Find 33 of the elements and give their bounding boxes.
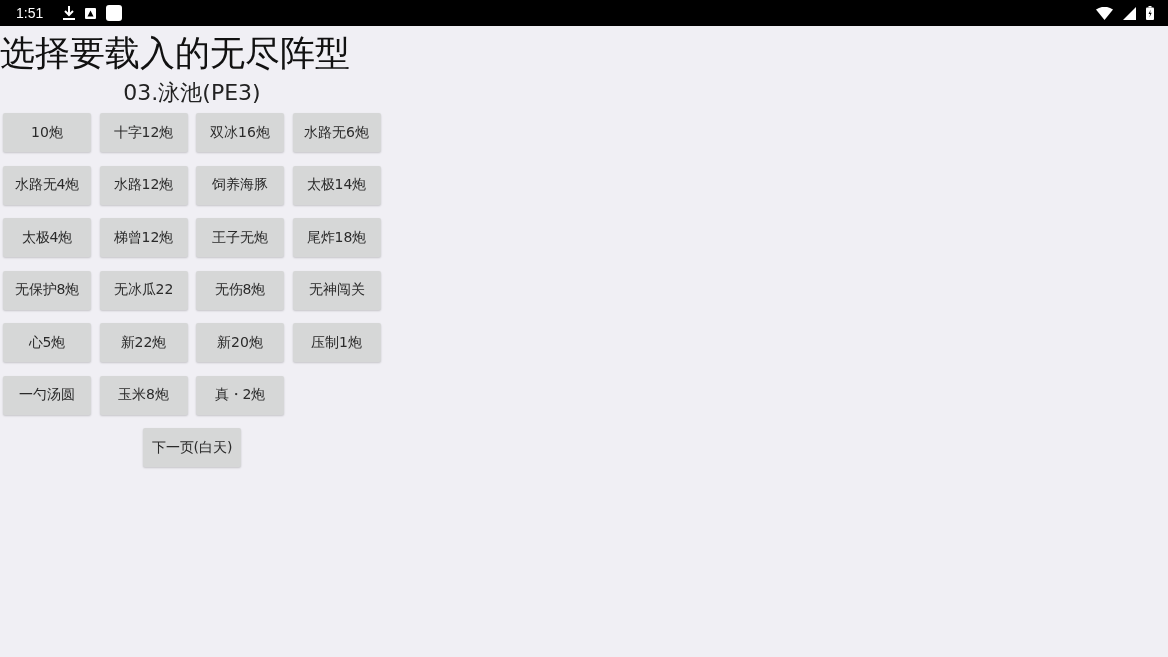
- status-time: 1:51: [16, 5, 44, 21]
- wifi-icon: [1096, 6, 1113, 20]
- layout-button[interactable]: 新20炮: [196, 323, 284, 362]
- layout-button[interactable]: 尾炸18炮: [292, 218, 381, 257]
- notification-icon: [85, 7, 97, 19]
- layout-button[interactable]: 水路12炮: [99, 165, 188, 205]
- layout-button[interactable]: 水路无6炮: [292, 113, 381, 152]
- layout-button[interactable]: 太极4炮: [3, 218, 91, 257]
- layout-button[interactable]: 心5炮: [3, 323, 91, 362]
- signal-icon: [1123, 6, 1136, 20]
- layout-button[interactable]: 无冰瓜22: [99, 270, 188, 310]
- layout-button[interactable]: 无伤8炮: [196, 270, 284, 310]
- layout-button[interactable]: 双冰16炮: [196, 113, 284, 152]
- stage-subtitle: 03.泳池(PE3): [123, 79, 261, 107]
- layout-button[interactable]: 一勺汤圆: [3, 375, 91, 415]
- layout-button[interactable]: 压制1炮: [292, 323, 381, 362]
- layout-button[interactable]: 10炮: [3, 113, 91, 152]
- layout-button[interactable]: 饲养海豚: [196, 165, 284, 205]
- layout-button[interactable]: 王子无炮: [196, 218, 284, 257]
- layout-button[interactable]: 真・2炮: [196, 375, 284, 415]
- layout-button[interactable]: 梯曾12炮: [99, 218, 188, 257]
- layout-button[interactable]: 水路无4炮: [3, 165, 91, 205]
- page-title: 选择要载入的无尽阵型: [0, 32, 350, 75]
- next-page-button[interactable]: 下一页(白天): [143, 428, 241, 467]
- download-icon: [63, 6, 76, 20]
- layout-button[interactable]: 太极14炮: [292, 165, 381, 205]
- notification-icon: [106, 5, 123, 21]
- battery-charging-icon: [1146, 6, 1154, 20]
- layout-button[interactable]: 十字12炮: [99, 113, 188, 152]
- layout-button[interactable]: 无保护8炮: [3, 270, 91, 310]
- layout-button[interactable]: 玉米8炮: [99, 375, 188, 415]
- layout-button[interactable]: 新22炮: [99, 323, 188, 362]
- layout-button[interactable]: 无神闯关: [292, 270, 381, 310]
